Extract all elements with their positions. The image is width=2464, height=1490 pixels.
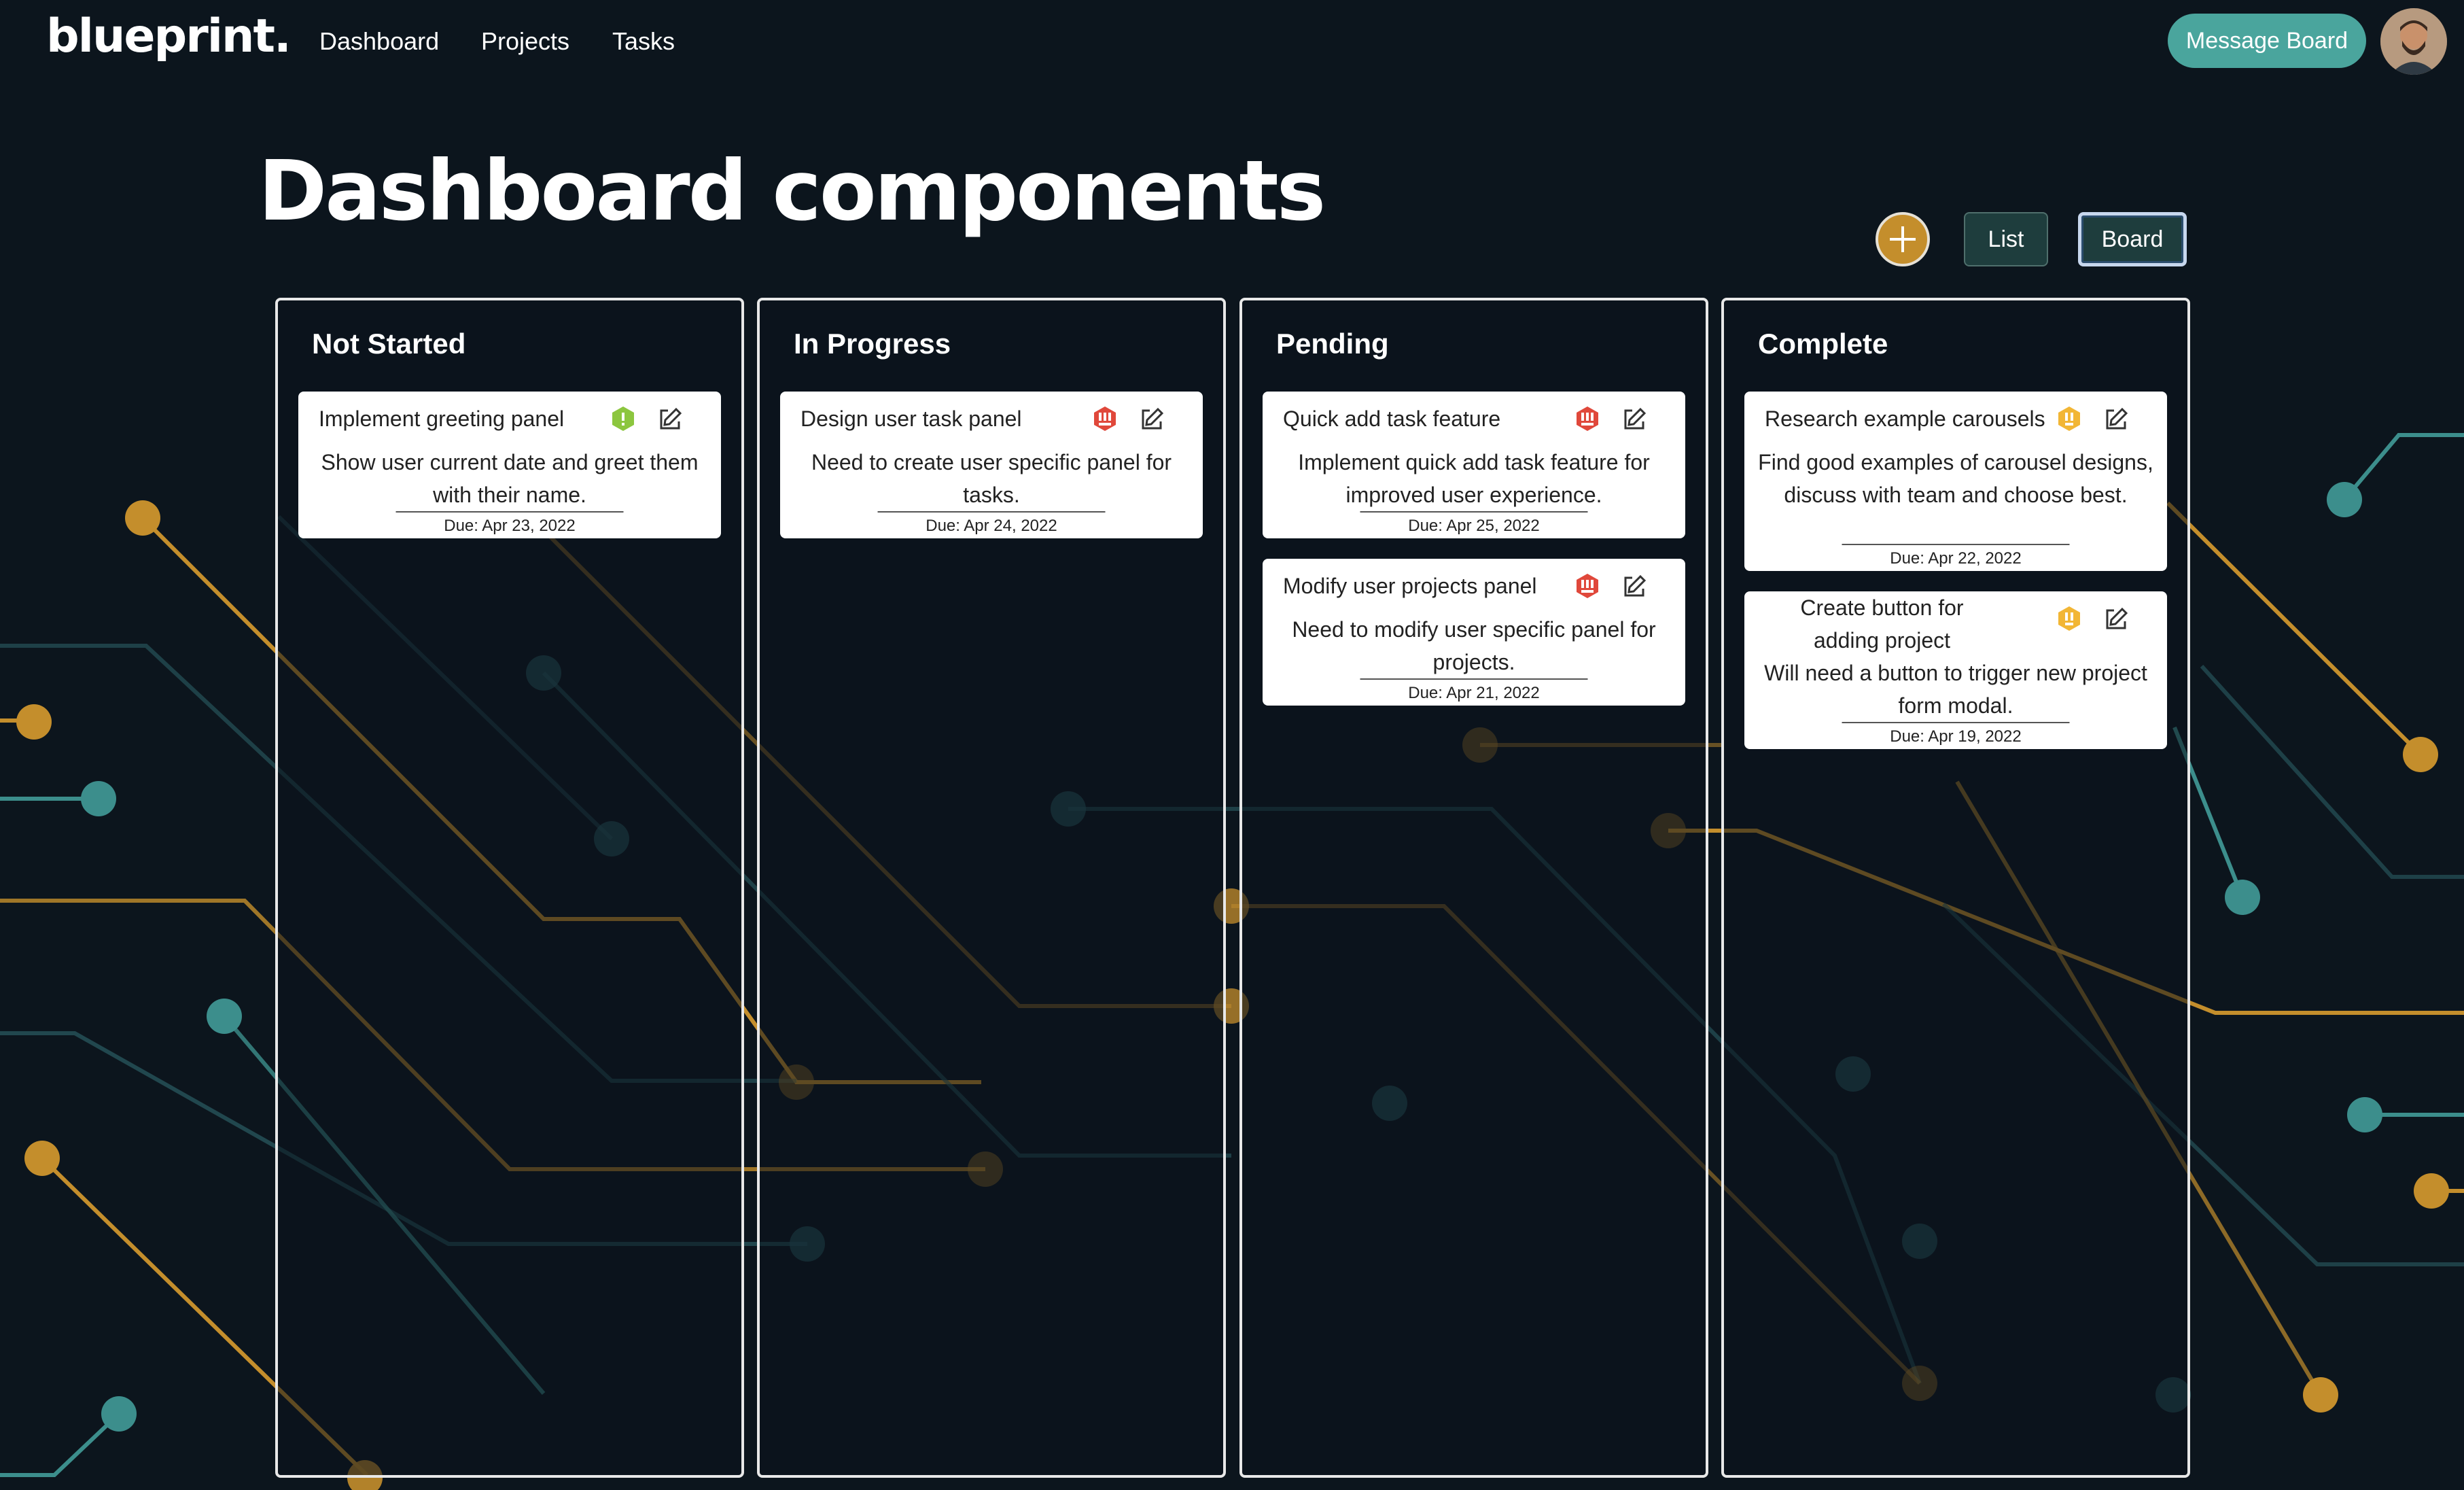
board-view-button[interactable]: Board (2078, 212, 2187, 266)
list-view-button[interactable]: List (1964, 212, 2048, 266)
edit-icon[interactable] (2103, 606, 2129, 632)
column-not-started: Not Started Implement greeting panel Sho… (275, 298, 744, 1478)
avatar[interactable] (2380, 8, 2447, 75)
nav-link-tasks[interactable]: Tasks (612, 27, 675, 56)
edit-icon[interactable] (2103, 406, 2129, 432)
edit-icon[interactable] (1139, 406, 1165, 432)
task-title: Create button for adding project (1800, 595, 1964, 653)
task-description: Find good examples of carousel designs, … (1758, 450, 2153, 507)
task-due-date: Due: Apr 23, 2022 (395, 511, 624, 536)
task-title: Modify user projects panel (1283, 574, 1537, 598)
high-priority-icon (1577, 406, 1598, 431)
column-title: Complete (1758, 328, 1888, 360)
high-priority-icon (1094, 406, 1116, 431)
add-task-button[interactable] (1876, 212, 1930, 266)
task-card[interactable]: Implement greeting panel Show user curre… (298, 392, 721, 538)
column-title: In Progress (794, 328, 951, 360)
task-title: Quick add task feature (1283, 406, 1501, 431)
brand-logo[interactable]: blueprint. (46, 10, 292, 63)
message-board-button[interactable]: Message Board (2168, 14, 2366, 68)
task-title: Research example carousels (1765, 406, 2045, 431)
task-due-date: Due: Apr 25, 2022 (1360, 511, 1588, 536)
task-card[interactable]: Quick add task feature Implement quick a… (1263, 392, 1685, 538)
column-in-progress: In Progress Design user task panel Need … (757, 298, 1226, 1478)
low-priority-icon (612, 406, 634, 431)
task-card[interactable]: Research example carousels Find good exa… (1744, 392, 2167, 571)
user-avatar-icon (2380, 8, 2447, 75)
medium-priority-icon (2058, 606, 2080, 631)
high-priority-icon (1577, 574, 1598, 598)
column-title: Not Started (312, 328, 466, 360)
edit-icon[interactable] (1621, 406, 1647, 432)
task-title: Design user task panel (800, 406, 1022, 431)
task-title: Implement greeting panel (319, 406, 565, 431)
column-title: Pending (1276, 328, 1389, 360)
medium-priority-icon (2058, 406, 2080, 431)
nav-link-dashboard[interactable]: Dashboard (319, 27, 439, 56)
edit-icon[interactable] (1621, 574, 1647, 600)
task-description: Need to modify user specific panel for p… (1292, 617, 1656, 674)
task-description: Implement quick add task feature for imp… (1298, 450, 1650, 507)
page-title: Dashboard components (258, 143, 1326, 239)
task-card[interactable]: Modify user projects panel Need to modif… (1263, 559, 1685, 706)
nav-link-projects[interactable]: Projects (481, 27, 569, 56)
task-card[interactable]: Create button for adding project Will ne… (1744, 591, 2167, 749)
task-description: Show user current date and greet them wi… (321, 450, 699, 507)
task-due-date: Due: Apr 22, 2022 (1842, 544, 2070, 568)
task-due-date: Due: Apr 21, 2022 (1360, 678, 1588, 703)
task-due-date: Due: Apr 24, 2022 (877, 511, 1106, 536)
column-complete: Complete Research example carousels Find… (1721, 298, 2190, 1478)
task-description: Need to create user specific panel for t… (811, 450, 1172, 507)
column-pending: Pending Quick add task feature Implement… (1239, 298, 1708, 1478)
task-card[interactable]: Design user task panel Need to create us… (780, 392, 1203, 538)
task-description: Will need a button to trigger new projec… (1764, 661, 2147, 718)
task-due-date: Due: Apr 19, 2022 (1842, 722, 2070, 746)
edit-icon[interactable] (657, 406, 683, 432)
